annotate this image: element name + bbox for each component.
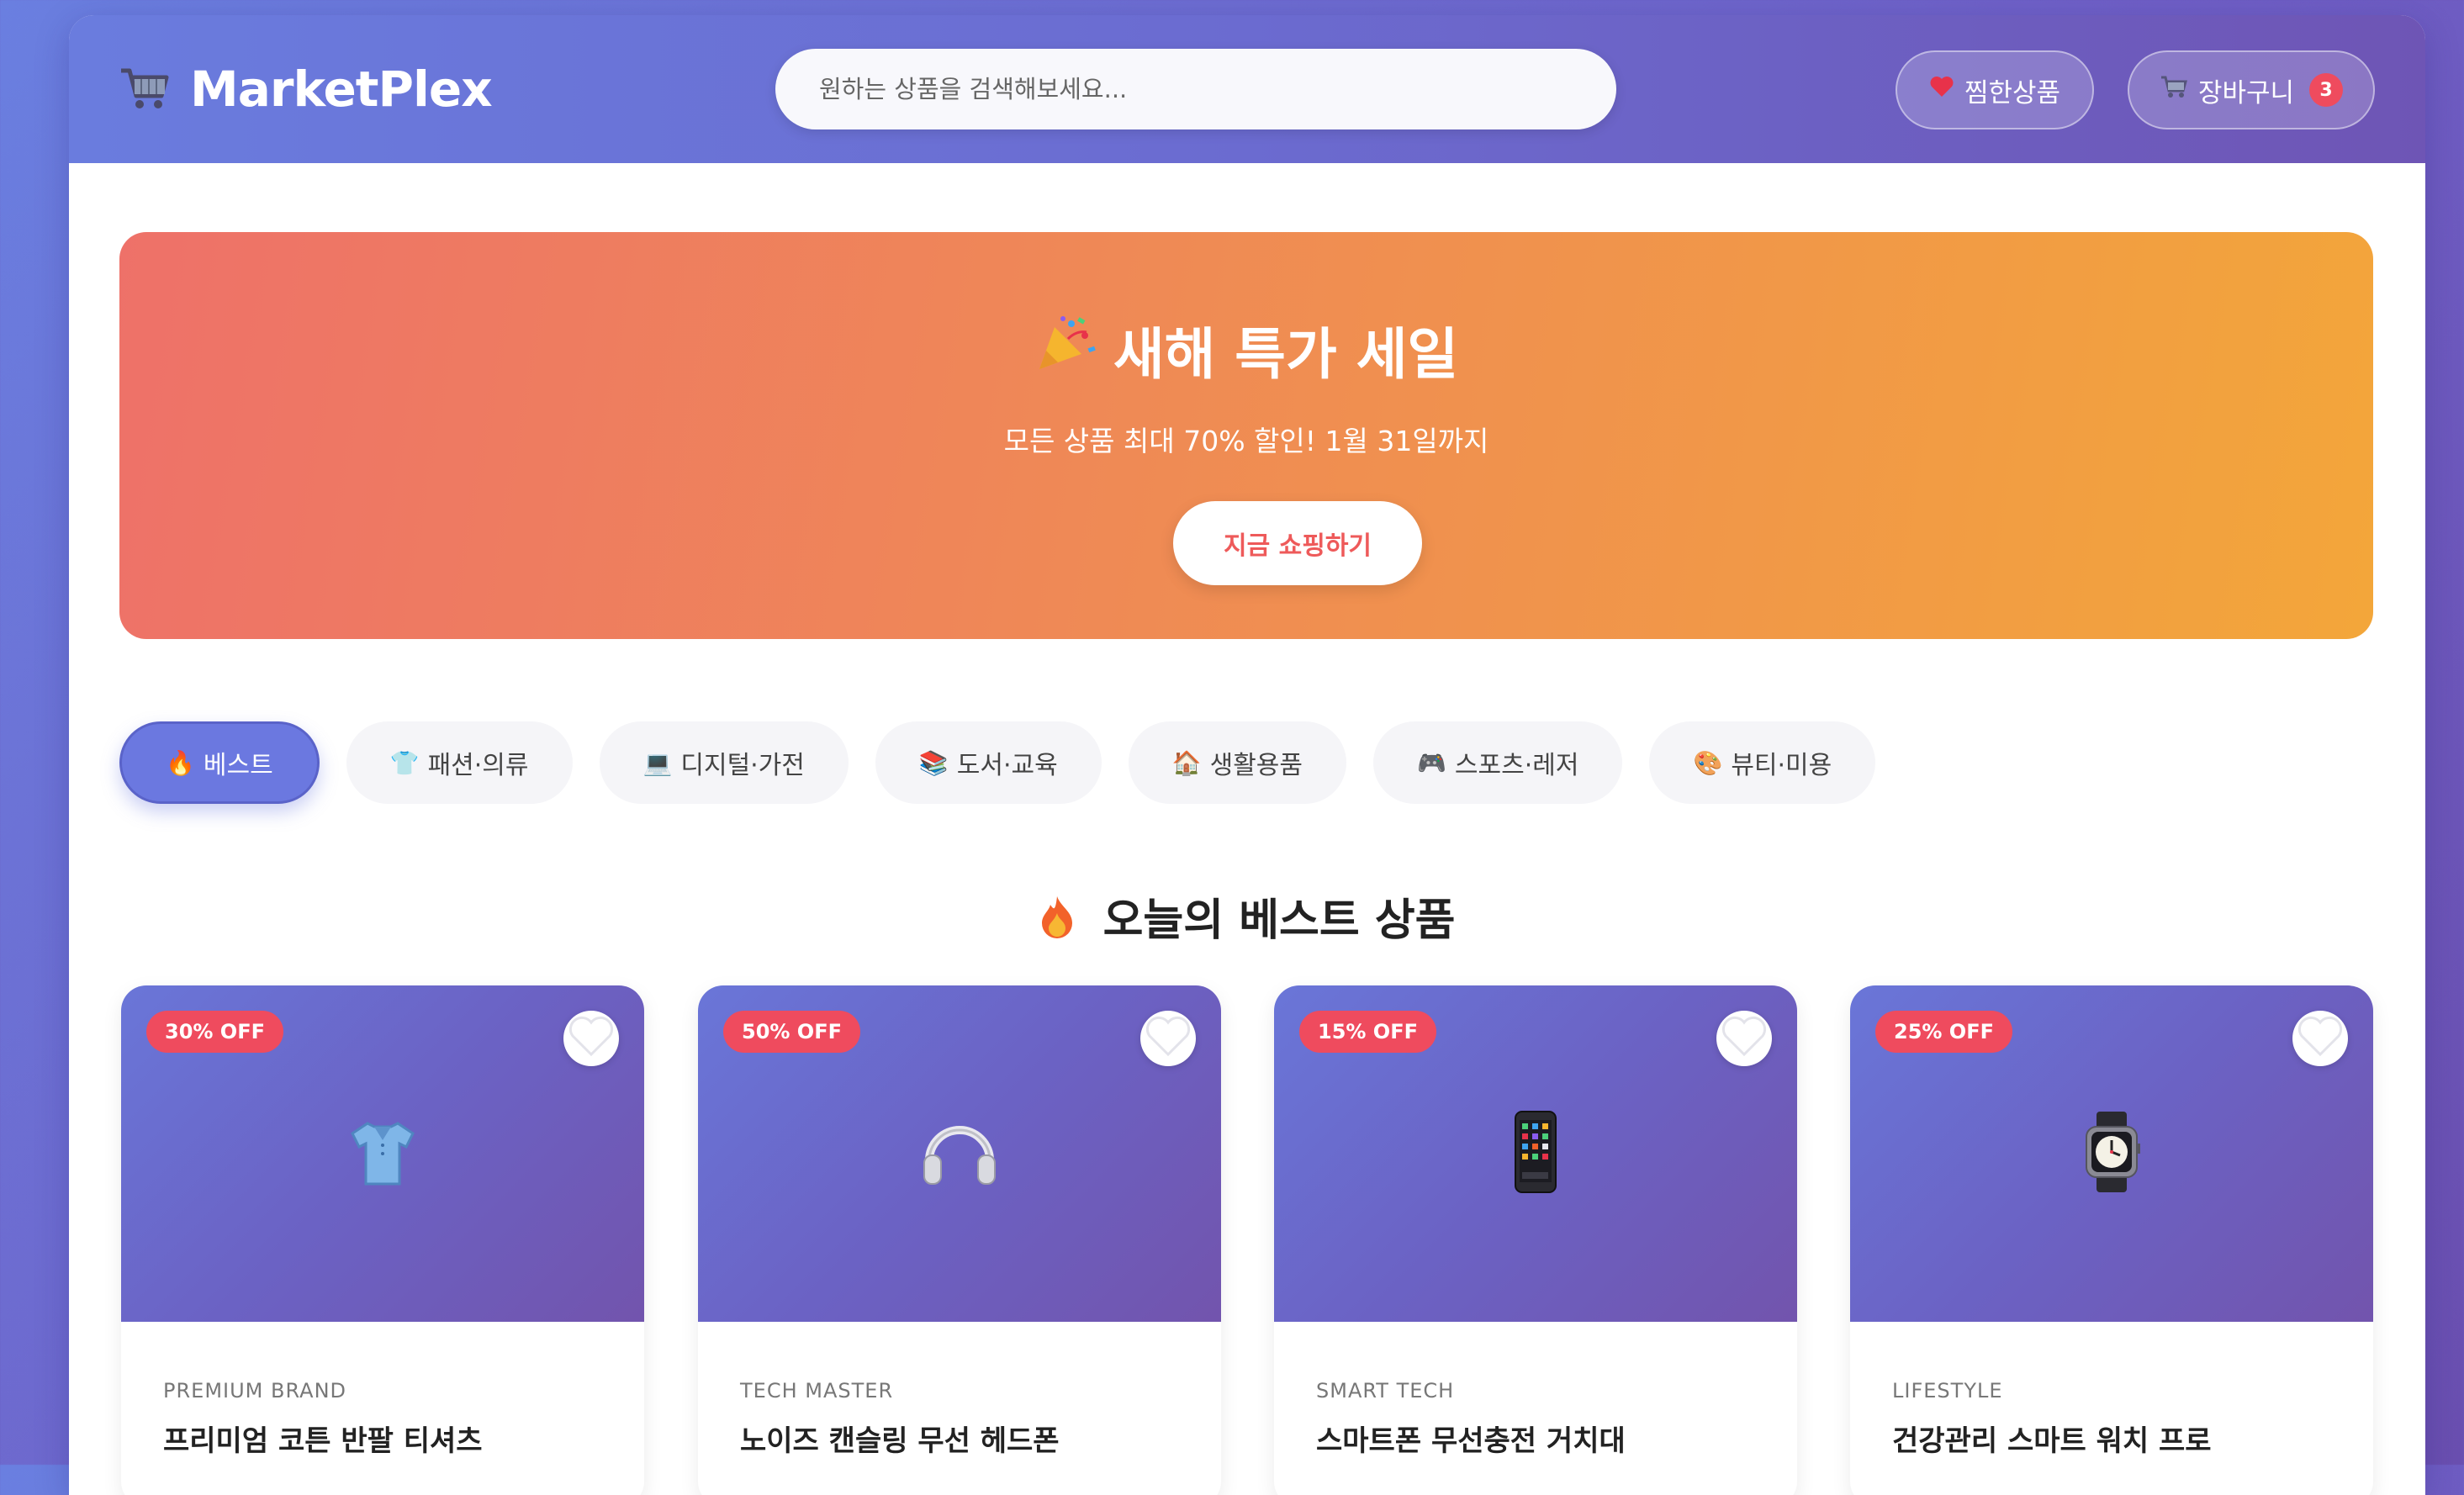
palette-icon: 🎨 (1693, 748, 1723, 777)
product-card[interactable]: 50% OFF TECH MASTER 노이즈 캔슬링 무선 헤드폰 (698, 985, 1221, 1495)
house-icon: 🏠 (1171, 748, 1202, 777)
top-header: MarketPlex 찜한상품 장바구니 3 (69, 15, 2425, 163)
cart-label: 장바구니 (2197, 77, 2295, 108)
category-fashion[interactable]: 👕 패션·의류 (346, 721, 573, 804)
product-brand: LIFESTYLE (1892, 1379, 2003, 1403)
product-card[interactable]: 15% OFF SMART TECH 스마트폰 무선충전 거치대 (1274, 985, 1797, 1495)
category-beauty[interactable]: 🎨 뷰티·미용 (1649, 721, 1876, 804)
heart-outline-icon (1721, 1016, 1767, 1061)
app-window: MarketPlex 찜한상품 장바구니 3 (69, 15, 2425, 1495)
category-label: 디지털·가전 (680, 751, 805, 780)
category-label: 도서·교육 (956, 751, 1058, 780)
logo-text: MarketPlex (190, 61, 493, 118)
favorite-button[interactable] (1140, 1011, 1196, 1066)
product-brand: SMART TECH (1316, 1379, 1455, 1403)
category-label: 뷰티·미용 (1731, 751, 1832, 780)
discount-badge: 25% OFF (1875, 1011, 2012, 1053)
shirt-icon (342, 1112, 423, 1196)
product-name[interactable]: 노이즈 캔슬링 무선 헤드폰 (740, 1418, 1060, 1459)
shirt-icon: 👕 (389, 748, 420, 777)
category-label: 생활용품 (1209, 751, 1303, 780)
category-label: 베스트 (203, 751, 273, 780)
section-title-text: 오늘의 베스트 상품 (1102, 895, 1456, 946)
cart-logo-icon (118, 64, 172, 114)
gamepad-icon: 🎮 (1417, 748, 1446, 777)
heart-icon (1929, 75, 1954, 105)
promo-banner: 새해 특가 세일 모든 상품 최대 70% 할인! 1월 31일까지 지금 쇼핑… (119, 232, 2373, 639)
favorite-button[interactable] (1716, 1011, 1772, 1066)
section-title: 오늘의 베스트 상품 (69, 885, 2425, 948)
promo-title: 새해 특가 세일 (119, 309, 2373, 390)
heart-outline-icon (568, 1016, 614, 1061)
books-icon: 📚 (918, 748, 949, 777)
category-sports[interactable]: 🎮 스포츠·레저 (1373, 721, 1623, 804)
category-label: 스포츠·레저 (1454, 751, 1579, 780)
category-digital[interactable]: 💻 디지털·가전 (599, 721, 849, 804)
heart-outline-icon (1145, 1016, 1191, 1061)
product-name[interactable]: 건강관리 스마트 워치 프로 (1892, 1418, 2212, 1459)
logo[interactable]: MarketPlex (118, 57, 493, 121)
product-card[interactable]: 25% OFF LIFESTYLE 건강관리 스마트 워치 프로 (1850, 985, 2373, 1495)
discount-badge: 50% OFF (723, 1011, 860, 1053)
category-best[interactable]: 🔥 베스트 (119, 721, 320, 804)
wishlist-label: 찜한상품 (1964, 77, 2061, 108)
discount-badge: 15% OFF (1299, 1011, 1436, 1053)
watch-icon (2081, 1110, 2142, 1197)
party-popper-icon (1034, 314, 1097, 386)
discount-badge: 30% OFF (146, 1011, 283, 1053)
product-card[interactable]: 30% OFF PREMIUM BRAND 프리미엄 코튼 반팔 티셔츠 (121, 985, 644, 1495)
product-name[interactable]: 스마트폰 무선충전 거치대 (1316, 1418, 1626, 1459)
cart-count-badge: 3 (2309, 73, 2344, 107)
product-brand: TECH MASTER (740, 1379, 894, 1403)
cart-icon (2160, 74, 2188, 106)
product-name[interactable]: 프리미엄 코튼 반팔 티셔츠 (163, 1418, 483, 1459)
promo-subtitle: 모든 상품 최대 70% 할인! 1월 31일까지 (1003, 425, 1489, 457)
promo-title-text: 새해 특가 세일 (1113, 322, 1459, 387)
wishlist-button[interactable]: 찜한상품 (1896, 50, 2094, 129)
category-tabs: 🔥 베스트 👕 패션·의류 💻 디지털·가전 📚 도서·교육 🏠 생활용품 🎮 … (119, 721, 1876, 804)
phone-icon (1510, 1110, 1561, 1197)
fire-icon (1039, 895, 1091, 946)
favorite-button[interactable] (563, 1011, 619, 1066)
fire-icon: 🔥 (166, 748, 195, 777)
product-brand: PREMIUM BRAND (163, 1379, 347, 1403)
search-input[interactable] (817, 74, 1574, 104)
category-living[interactable]: 🏠 생활용품 (1128, 721, 1347, 804)
heart-outline-icon (2297, 1016, 2343, 1061)
search-bar (775, 49, 1616, 129)
laptop-icon: 💻 (642, 748, 673, 777)
favorite-button[interactable] (2292, 1011, 2348, 1066)
category-books[interactable]: 📚 도서·교육 (875, 721, 1102, 804)
category-label: 패션·의류 (427, 751, 529, 780)
headphones-icon (917, 1110, 1002, 1197)
cart-button[interactable]: 장바구니 3 (2128, 50, 2375, 129)
shop-now-button[interactable]: 지금 쇼핑하기 (1173, 501, 1422, 585)
